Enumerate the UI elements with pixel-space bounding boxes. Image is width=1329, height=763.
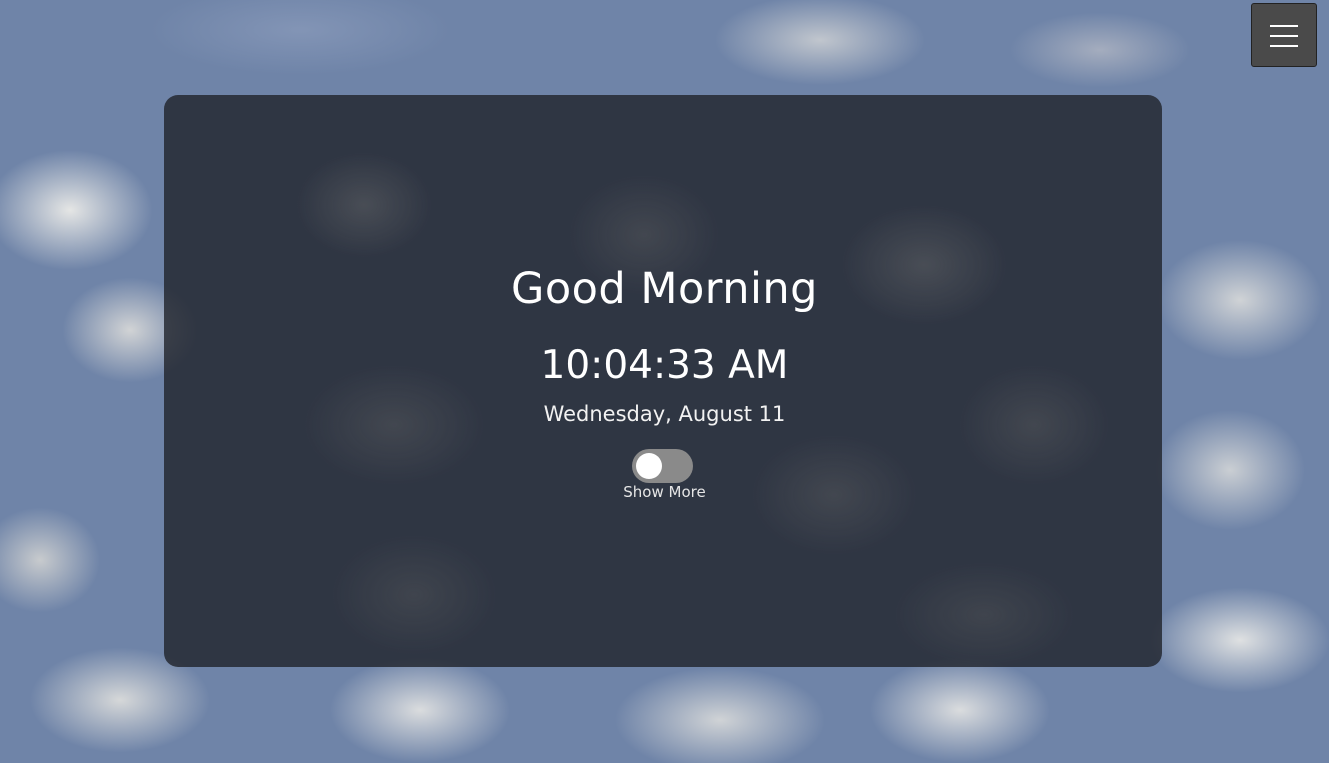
clock-date: Wednesday, August 11 xyxy=(543,402,786,426)
clock-time: 10:04:33 AM xyxy=(540,343,789,388)
greeting-heading: Good Morning xyxy=(511,264,818,314)
show-more-label: Show More xyxy=(623,483,706,501)
hamburger-menu-icon xyxy=(1270,25,1298,47)
show-more-toggle[interactable] xyxy=(632,449,693,483)
menu-button[interactable] xyxy=(1251,3,1317,67)
toggle-knob xyxy=(636,453,662,479)
